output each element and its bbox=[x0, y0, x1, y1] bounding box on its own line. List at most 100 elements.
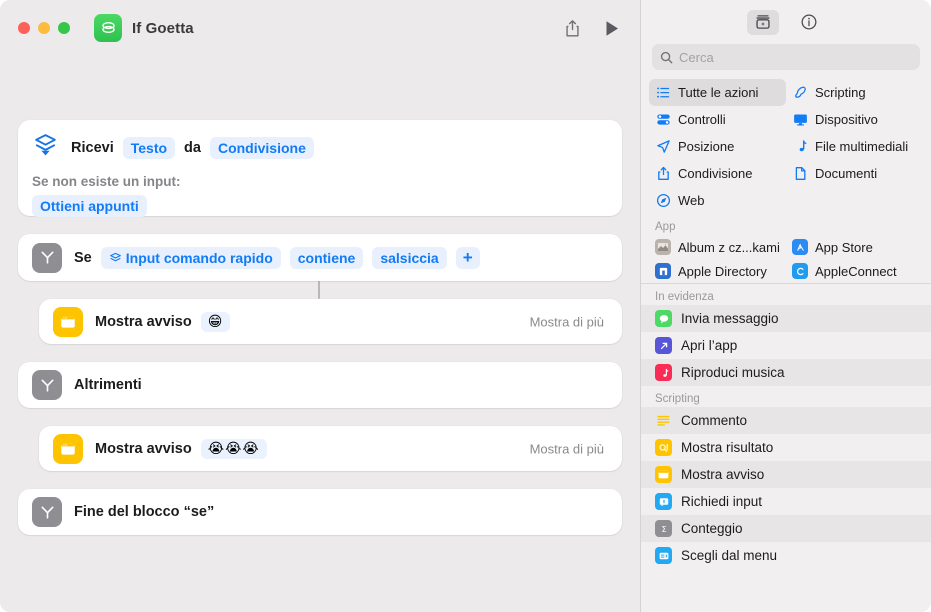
receive-type-pill[interactable]: Testo bbox=[122, 137, 176, 159]
action-card-otherwise[interactable]: Altrimenti bbox=[18, 362, 622, 408]
play-icon bbox=[606, 20, 618, 36]
run-button[interactable] bbox=[598, 14, 626, 42]
list-item-apri-app[interactable]: Apri l’app bbox=[641, 332, 931, 359]
list-item-commento-label: Commento bbox=[681, 413, 748, 428]
category-all-actions-label: Tutte le azioni bbox=[678, 85, 759, 100]
show-result-icon bbox=[655, 439, 672, 456]
show-alert-icon bbox=[655, 466, 672, 483]
action-card-show-alert-1[interactable]: Mostra avviso 😁 Mostra di più bbox=[39, 299, 622, 344]
otherwise-label: Altrimenti bbox=[74, 377, 142, 393]
category-web[interactable]: Web bbox=[649, 187, 786, 214]
category-controls-label: Controlli bbox=[678, 112, 726, 127]
list-item-conteggio[interactable]: Σ Conteggio bbox=[641, 515, 931, 542]
list-item-richiedi-input-label: Richiedi input bbox=[681, 494, 763, 509]
action-library-icon bbox=[756, 15, 770, 29]
category-sharing[interactable]: Condivisione bbox=[649, 160, 786, 187]
receive-fallback-row: Ottieni appunti bbox=[32, 195, 608, 217]
title-bar: If Goetta bbox=[0, 0, 640, 56]
comment-icon bbox=[655, 412, 672, 429]
scripting-icon bbox=[792, 85, 808, 101]
branch-icon bbox=[32, 497, 62, 527]
section-header-scripting: Scripting bbox=[655, 393, 700, 405]
if-label: Se bbox=[74, 249, 92, 266]
open-app-icon bbox=[655, 337, 672, 354]
category-scripting-label: Scripting bbox=[815, 85, 866, 100]
show-alert-2-show-more[interactable]: Mostra di più bbox=[530, 441, 604, 456]
action-card-receive[interactable]: Ricevi Testo da Condivisione Se non esis… bbox=[18, 120, 622, 217]
app-item-album[interactable]: Album z cz...kami bbox=[649, 235, 786, 259]
category-media-label: File multimediali bbox=[815, 139, 909, 154]
shortcuts-glyph bbox=[101, 21, 115, 33]
music-icon bbox=[655, 364, 672, 381]
category-location-label: Posizione bbox=[678, 139, 735, 154]
receive-source-pill[interactable]: Condivisione bbox=[209, 137, 314, 159]
count-icon: Σ bbox=[655, 520, 672, 537]
show-alert-1-label: Mostra avviso bbox=[95, 313, 192, 330]
if-operator-pill[interactable]: contiene bbox=[289, 246, 364, 269]
app-item-appleconnect[interactable]: AppleConnect bbox=[786, 259, 923, 281]
list-item-commento[interactable]: Commento bbox=[641, 407, 931, 434]
share-button[interactable] bbox=[558, 14, 586, 42]
share-icon bbox=[655, 166, 671, 182]
show-alert-1-show-more[interactable]: Mostra di più bbox=[530, 314, 604, 329]
svg-text:Σ: Σ bbox=[661, 524, 666, 533]
list-item-mostra-risultato[interactable]: Mostra risultato bbox=[641, 434, 931, 461]
search-input[interactable]: Cerca bbox=[652, 44, 920, 70]
info-icon bbox=[801, 14, 817, 30]
list-item-mostra-avviso-label: Mostra avviso bbox=[681, 467, 765, 482]
category-location[interactable]: Posizione bbox=[649, 133, 786, 160]
category-media[interactable]: File multimediali bbox=[786, 133, 923, 160]
list-item-richiedi-input[interactable]: Richiedi input bbox=[641, 488, 931, 515]
show-alert-icon bbox=[53, 306, 83, 337]
app-item-app-store-label: App Store bbox=[815, 239, 873, 255]
action-card-show-alert-2[interactable]: Mostra avviso 😭😭😭 Mostra di più bbox=[39, 426, 622, 471]
if-variable-label: Input comando rapido bbox=[125, 249, 273, 266]
close-button[interactable] bbox=[18, 22, 30, 34]
shortcut-editor: If Goetta Ricevi Testo da Condivisione S… bbox=[0, 0, 640, 612]
list-item-conteggio-label: Conteggio bbox=[681, 521, 743, 536]
category-documents[interactable]: Documenti bbox=[786, 160, 923, 187]
category-web-label: Web bbox=[678, 193, 705, 208]
branch-icon bbox=[32, 242, 62, 273]
if-variable-pill[interactable]: Input comando rapido bbox=[100, 246, 281, 269]
library-toolbar bbox=[641, 0, 931, 44]
app-item-album-label: Album z cz...kami bbox=[678, 239, 780, 255]
messages-icon bbox=[655, 310, 672, 327]
device-icon bbox=[792, 112, 808, 128]
receive-input-icon bbox=[32, 132, 59, 164]
category-controls[interactable]: Controlli bbox=[649, 106, 786, 133]
list-item-riproduci-musica[interactable]: Riproduci musica bbox=[641, 359, 931, 386]
app-item-app-store[interactable]: App Store bbox=[786, 235, 923, 259]
action-card-if[interactable]: Se Input comando rapido contiene salsicc… bbox=[18, 234, 622, 281]
ask-input-icon bbox=[655, 493, 672, 510]
app-item-apple-directory[interactable]: Apple Directory bbox=[649, 259, 786, 281]
show-alert-2-message[interactable]: 😭😭😭 bbox=[200, 438, 267, 459]
media-icon bbox=[792, 139, 808, 155]
action-library-button[interactable] bbox=[747, 9, 779, 35]
controls-icon bbox=[655, 112, 671, 128]
list-item-riproduci-musica-label: Riproduci musica bbox=[681, 365, 785, 380]
category-device-label: Dispositivo bbox=[815, 112, 878, 127]
show-alert-1-message[interactable]: 😁 bbox=[200, 311, 231, 332]
list-item-invia-messaggio[interactable]: Invia messaggio bbox=[641, 305, 931, 332]
receive-fallback-pill[interactable]: Ottieni appunti bbox=[32, 195, 147, 217]
if-add-condition-button[interactable]: + bbox=[455, 246, 480, 269]
action-card-end-if[interactable]: Fine del blocco “se” bbox=[18, 489, 622, 535]
category-device[interactable]: Dispositivo bbox=[786, 106, 923, 133]
list-item-apri-app-label: Apri l’app bbox=[681, 338, 738, 353]
category-grid: Tutte le azioni Scripting Controlli Disp… bbox=[641, 79, 931, 214]
category-all-actions[interactable]: Tutte le azioni bbox=[649, 79, 786, 106]
if-value-pill[interactable]: salsiccia bbox=[372, 246, 447, 269]
search-placeholder: Cerca bbox=[679, 49, 714, 65]
traffic-lights[interactable] bbox=[18, 22, 70, 34]
minimize-button[interactable] bbox=[38, 22, 50, 34]
category-scripting[interactable]: Scripting bbox=[786, 79, 923, 106]
list-icon bbox=[655, 85, 671, 101]
list-item-scegli-dal-menu[interactable]: Scegli dal menu bbox=[641, 542, 931, 569]
action-library-sidebar: Cerca Tutte le azioni Scripting Controll… bbox=[640, 0, 931, 612]
info-button[interactable] bbox=[793, 10, 825, 35]
list-item-mostra-avviso[interactable]: Mostra avviso bbox=[641, 461, 931, 488]
app-section-list: Album z cz...kami App Store bbox=[641, 235, 931, 259]
section-header-featured: In evidenza bbox=[655, 291, 714, 303]
zoom-button[interactable] bbox=[58, 22, 70, 34]
